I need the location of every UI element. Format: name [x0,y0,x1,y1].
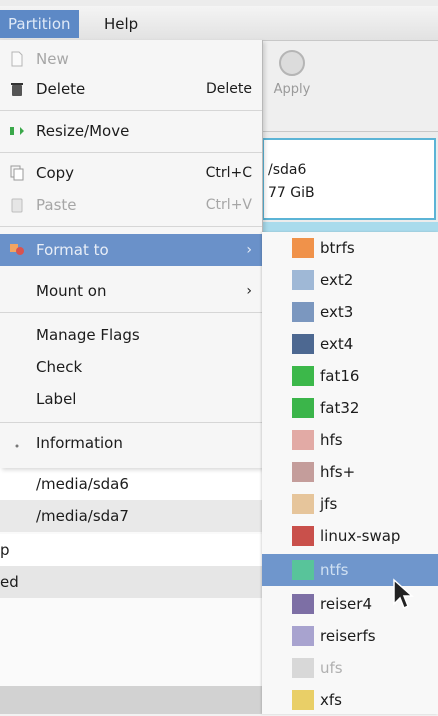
fs-color-swatch [292,270,314,290]
row-fragment: p [0,541,10,559]
fs-item-linux-swap[interactable]: linux-swap [262,520,438,552]
fs-item-ufs[interactable]: ufs [262,652,438,684]
menu-item-new[interactable]: New [0,44,262,74]
resize-arrow-icon [10,127,24,135]
menu-separator [0,312,262,313]
partition-list: /media/sda6 /media/sda7 p ed [0,468,262,714]
menubar: Partition Help [0,6,438,41]
disk-map-border [262,222,438,232]
status-bar [0,686,262,714]
menu-separator [0,422,262,423]
menu-item-label[interactable]: Label [0,384,262,414]
info-icon [15,444,19,448]
disk-map[interactable]: /sda6 77 GiB [262,138,436,220]
fs-color-swatch [292,560,314,580]
fs-color-swatch [292,334,314,354]
menu-item-copy[interactable]: Copy Ctrl+C [0,158,262,188]
menu-item-manage-flags[interactable]: Manage Flags [0,320,262,350]
fs-color-swatch [292,430,314,450]
menu-help[interactable]: Help [96,10,146,38]
fs-item-jfs[interactable]: jfs [262,488,438,520]
partition-menu: New Delete Delete Resize/Move Copy Ctrl+… [0,40,263,468]
menu-item-format-to[interactable]: Format to › [0,234,262,266]
format-icon [10,244,24,255]
partition-row[interactable]: /media/sda7 [0,500,262,532]
fs-color-swatch [292,626,314,646]
apply-button[interactable]: Apply [262,50,322,120]
menu-item-delete[interactable]: Delete Delete [0,74,262,104]
apply-label: Apply [273,82,311,97]
menu-separator [0,110,262,111]
fs-item-reiserfs[interactable]: reiserfs [262,620,438,652]
fs-color-swatch [292,690,314,710]
format-submenu: btrfs ext2 ext3 ext4 fat16 fat32 hfs hfs… [262,232,438,714]
fs-color-swatch [292,302,314,322]
fs-item-fat32[interactable]: fat32 [262,392,438,424]
fs-item-ext4[interactable]: ext4 [262,328,438,360]
new-file-icon [11,51,23,67]
menu-item-resize-move[interactable]: Resize/Move [0,116,262,146]
menu-separator [0,226,262,227]
apply-icon [279,50,305,76]
menu-item-mount-on[interactable]: Mount on › [0,276,262,306]
menu-item-information[interactable]: Information [0,428,262,458]
paste-icon [11,198,23,213]
fs-item-hfs[interactable]: hfs [262,424,438,456]
trash-icon [11,83,23,96]
fs-item-fat16[interactable]: fat16 [262,360,438,392]
mount-point: /media/sda7 [36,507,129,525]
copy-icon [10,165,24,181]
fs-item-hfsplus[interactable]: hfs+ [262,456,438,488]
menu-item-paste[interactable]: Paste Ctrl+V [0,190,262,220]
menu-partition[interactable]: Partition [0,10,79,38]
fs-color-swatch [292,658,314,678]
fs-color-swatch [292,398,314,418]
submenu-arrow-icon: › [246,242,252,258]
menu-separator [0,152,262,153]
partition-row[interactable]: ed [0,566,262,598]
mouse-cursor-icon [393,578,414,610]
fs-item-btrfs[interactable]: btrfs [262,232,438,264]
mount-point: /media/sda6 [36,475,129,493]
fs-color-swatch [292,594,314,614]
fs-color-swatch [292,462,314,482]
fs-color-swatch [292,526,314,546]
partition-row[interactable]: /media/sda6 [0,468,262,500]
disk-map-size: 77 GiB [268,185,315,201]
fs-item-ext3[interactable]: ext3 [262,296,438,328]
submenu-arrow-icon: › [246,283,252,299]
disk-map-partition: /sda6 [268,162,307,178]
fs-color-swatch [292,366,314,386]
fs-item-xfs[interactable]: xfs [262,684,438,716]
fs-color-swatch [292,238,314,258]
partition-row[interactable]: p [0,534,262,566]
fs-color-swatch [292,494,314,514]
fs-item-ext2[interactable]: ext2 [262,264,438,296]
row-fragment: ed [0,573,19,591]
menu-item-check[interactable]: Check [0,352,262,382]
